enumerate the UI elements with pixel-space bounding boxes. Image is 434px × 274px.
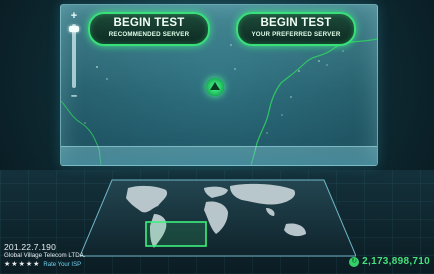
star-icon[interactable]: ★ [26,261,32,269]
button-sublabel: RECOMMENDED SERVER [108,31,190,38]
zoom-in-icon[interactable]: + [68,10,80,22]
zoom-track[interactable] [72,24,76,88]
refresh-icon: ↻ [349,256,360,267]
zoom-slider[interactable]: + – [68,10,80,102]
rate-isp-link[interactable]: Rate Your ISP [43,262,81,268]
zoom-out-icon[interactable]: – [68,90,80,102]
ip-address: 201.22.7.190 [4,242,57,252]
isp-info: 201.22.7.190 Global Village Telecom LTDA… [4,242,144,269]
isp-rating[interactable]: ★ ★ ★ ★ ★ Rate Your ISP [4,261,144,269]
begin-test-recommended-button[interactable]: BEGIN TEST RECOMMENDED SERVER [88,12,210,46]
server-marker-icon[interactable] [206,78,224,96]
counter-value: 2,173,898,710 [362,256,430,267]
star-icon[interactable]: ★ [33,261,39,269]
zoom-thumb[interactable] [69,26,79,32]
screen-tray [61,146,377,165]
star-icon[interactable]: ★ [11,261,17,269]
star-icon[interactable]: ★ [4,261,10,269]
speedtest-stage: + – BEGIN TEST RECOMMENDED SERVER BEGIN … [0,0,434,274]
button-label: BEGIN TEST [113,17,185,29]
button-sublabel: YOUR PREFERRED SERVER [251,31,341,38]
test-counter: ↻ 2,173,898,710 [349,256,430,267]
isp-name: Global Village Telecom LTDA. [4,252,86,259]
begin-test-preferred-button[interactable]: BEGIN TEST YOUR PREFERRED SERVER [236,12,356,46]
star-icon[interactable]: ★ [19,261,25,269]
button-label: BEGIN TEST [260,17,332,29]
